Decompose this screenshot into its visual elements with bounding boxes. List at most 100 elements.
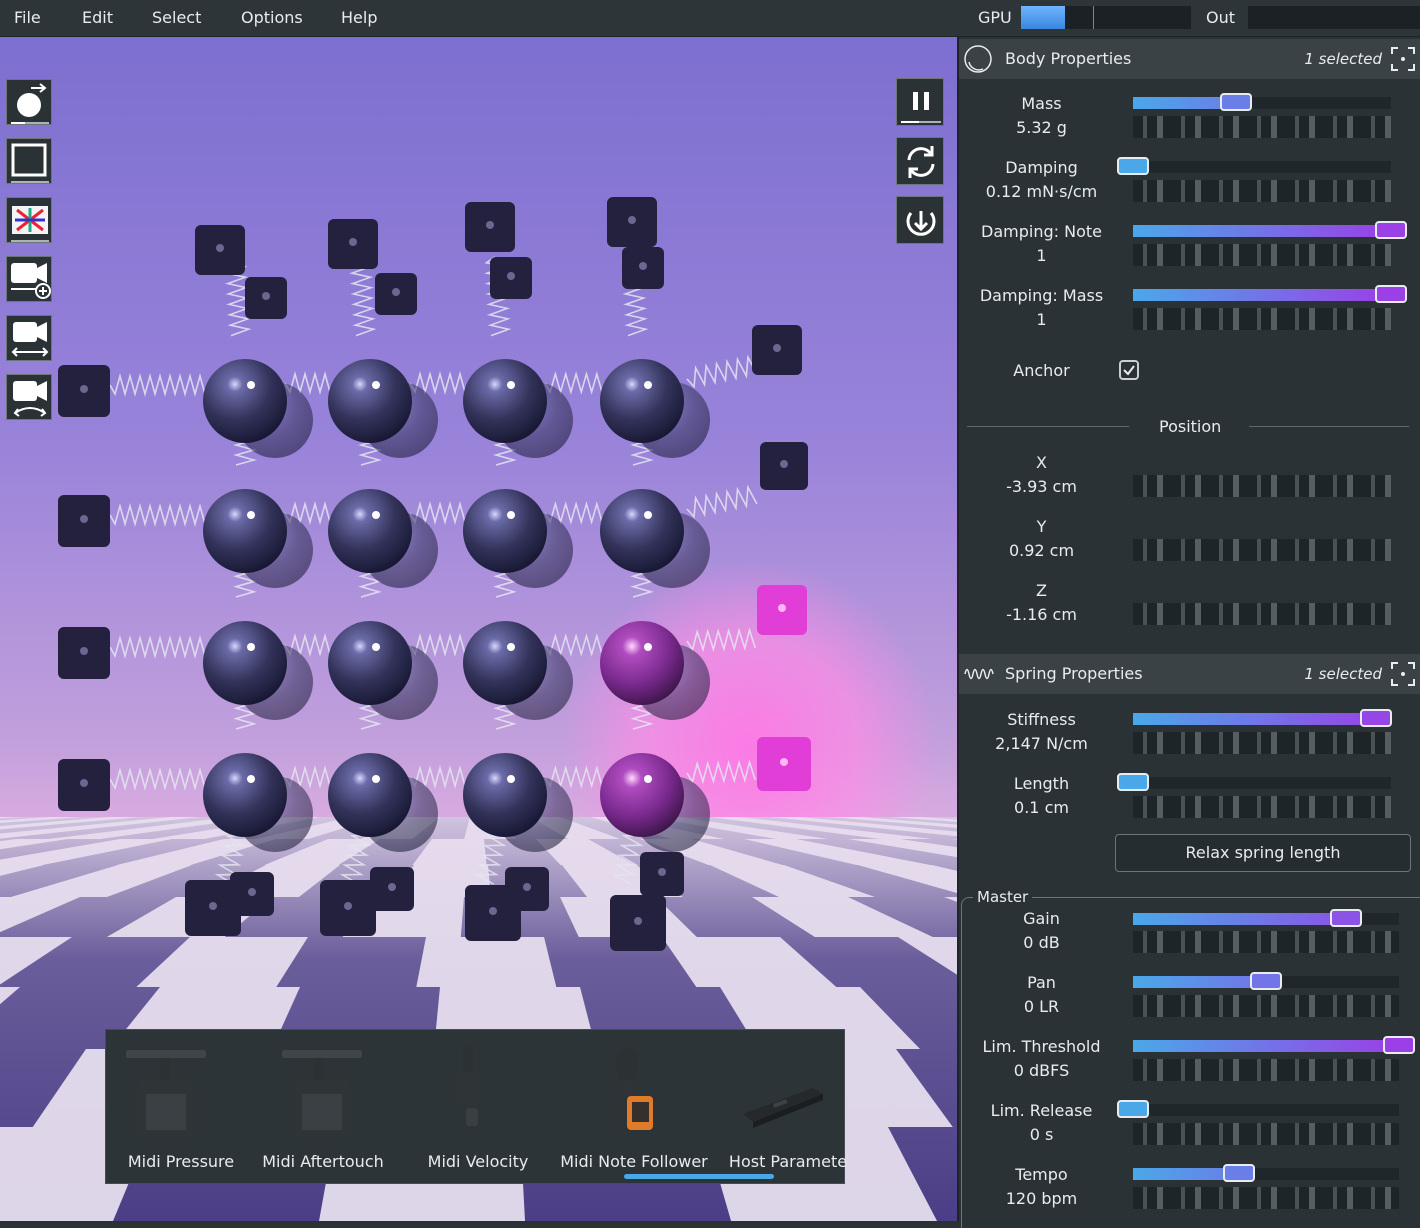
palette-item-midi-pressure[interactable]: Midi Pressure <box>106 1030 256 1183</box>
slider-knob[interactable] <box>1117 157 1149 175</box>
mass-body[interactable] <box>328 489 412 573</box>
mass-label: Mass <box>1021 94 1062 113</box>
camera-orbit-tool[interactable] <box>6 374 52 420</box>
select-box-tool[interactable] <box>6 138 52 184</box>
restore-button[interactable] <box>896 196 944 244</box>
palette-item-midi-velocity[interactable]: Midi Velocity <box>403 1030 553 1183</box>
menu-options[interactable]: Options <box>241 0 303 36</box>
spring[interactable] <box>686 354 758 389</box>
slider-knob[interactable] <box>1383 1036 1415 1054</box>
slider-knob[interactable] <box>1375 285 1407 303</box>
slider-knob[interactable] <box>1375 221 1407 239</box>
mass-body-highlight <box>372 775 380 783</box>
lim-threshold-modulation-strip[interactable] <box>1133 1059 1399 1081</box>
gain-slider[interactable] <box>1133 909 1399 927</box>
mass-body[interactable] <box>600 753 684 837</box>
relax-spring-length-button[interactable]: Relax spring length <box>1115 834 1411 872</box>
mass-body[interactable] <box>203 753 287 837</box>
palette-scrollbar[interactable] <box>624 1174 774 1179</box>
damping-modulation-strip[interactable] <box>1133 180 1391 202</box>
slider-knob[interactable] <box>1117 1100 1149 1118</box>
anchor-block-hole <box>80 515 88 523</box>
mass-body[interactable] <box>463 359 547 443</box>
pan-modulation-strip[interactable] <box>1133 995 1399 1017</box>
expand-icon[interactable] <box>1388 44 1418 74</box>
damping-mass-slider[interactable] <box>1133 285 1407 303</box>
add-camera-tool[interactable] <box>6 256 52 302</box>
mass-slider[interactable] <box>1133 93 1391 111</box>
pan-slider[interactable] <box>1133 972 1399 990</box>
body-properties-header[interactable]: Body Properties 1 selected <box>959 39 1420 79</box>
stiffness-slider[interactable] <box>1133 709 1392 727</box>
mass-body[interactable] <box>463 753 547 837</box>
position-divider-right <box>1249 426 1409 427</box>
add-body-tool[interactable] <box>6 79 52 125</box>
lim-threshold-slider[interactable] <box>1133 1036 1415 1054</box>
camera-pan-tool[interactable] <box>6 315 52 361</box>
mass-body[interactable] <box>600 489 684 573</box>
slider-knob[interactable] <box>1223 1164 1255 1182</box>
mass-modulation-strip[interactable] <box>1133 116 1391 138</box>
length-slider[interactable] <box>1117 773 1391 791</box>
reset-button[interactable] <box>896 137 944 185</box>
slider-knob[interactable] <box>1117 773 1149 791</box>
mass-body[interactable] <box>328 621 412 705</box>
damping-note-modulation-strip[interactable] <box>1133 244 1391 266</box>
position-y-modulation-strip[interactable] <box>1133 539 1391 561</box>
mass-body[interactable] <box>203 489 287 573</box>
mass-body[interactable] <box>463 489 547 573</box>
tempo-modulation-strip[interactable] <box>1133 1187 1399 1209</box>
position-z-modulation-strip[interactable] <box>1133 603 1391 625</box>
add-camera-icon <box>11 263 51 299</box>
palette-item-midi-aftertouch[interactable]: Midi Aftertouch <box>248 1030 398 1183</box>
midi-note-follower-icon <box>616 1048 655 1134</box>
menu-select[interactable]: Select <box>152 0 201 36</box>
menu-file[interactable]: File <box>14 0 41 36</box>
spring[interactable] <box>109 373 206 397</box>
gain-modulation-strip[interactable] <box>1133 931 1399 953</box>
slider-knob[interactable] <box>1250 972 1282 990</box>
spring[interactable] <box>109 635 206 659</box>
mass-body[interactable] <box>600 359 684 443</box>
mass-body[interactable] <box>203 621 287 705</box>
slider-knob[interactable] <box>1360 709 1392 727</box>
lim-release-slider[interactable] <box>1117 1100 1399 1118</box>
menu-edit[interactable]: Edit <box>82 0 113 36</box>
spring[interactable] <box>109 767 206 791</box>
anchor-checkbox[interactable] <box>1119 360 1139 380</box>
pause-button[interactable] <box>896 78 944 126</box>
mass-body[interactable] <box>328 753 412 837</box>
spring[interactable] <box>109 503 206 527</box>
menu-help[interactable]: Help <box>341 0 377 36</box>
mass-body-highlight <box>372 643 380 651</box>
position-divider-left <box>967 426 1129 427</box>
mass-body[interactable] <box>203 359 287 443</box>
spring[interactable] <box>686 759 757 785</box>
damping-note-slider[interactable] <box>1133 221 1407 239</box>
spring[interactable] <box>686 627 757 653</box>
anchor-block-hole <box>209 902 217 910</box>
damping-mass-modulation-strip[interactable] <box>1133 308 1391 330</box>
tempo-slider[interactable] <box>1133 1164 1399 1182</box>
palette-item-host-parameter[interactable]: Host Paramete <box>713 1030 863 1183</box>
spring[interactable] <box>686 484 758 519</box>
spring-properties-header[interactable]: Spring Properties 1 selected <box>959 654 1420 694</box>
position-y-label: Y <box>1036 517 1047 536</box>
anchor-block-hole <box>489 907 497 915</box>
palette-item-midi-note-follower[interactable]: Midi Note Follower <box>559 1030 709 1183</box>
mass-body[interactable] <box>600 621 684 705</box>
visual-effects-tool[interactable] <box>6 197 52 243</box>
slider-knob[interactable] <box>1330 909 1362 927</box>
lim-release-modulation-strip[interactable] <box>1133 1123 1399 1145</box>
damping-label: Damping <box>1005 158 1078 177</box>
slider-knob[interactable] <box>1220 93 1252 111</box>
stiffness-modulation-strip[interactable] <box>1133 732 1391 754</box>
mass-body[interactable] <box>463 621 547 705</box>
expand-icon[interactable] <box>1388 659 1418 689</box>
body-icon <box>964 45 992 73</box>
damping-slider[interactable] <box>1117 157 1391 175</box>
length-modulation-strip[interactable] <box>1133 796 1391 818</box>
pause-icon <box>901 92 941 123</box>
position-x-modulation-strip[interactable] <box>1133 475 1391 497</box>
mass-body[interactable] <box>328 359 412 443</box>
